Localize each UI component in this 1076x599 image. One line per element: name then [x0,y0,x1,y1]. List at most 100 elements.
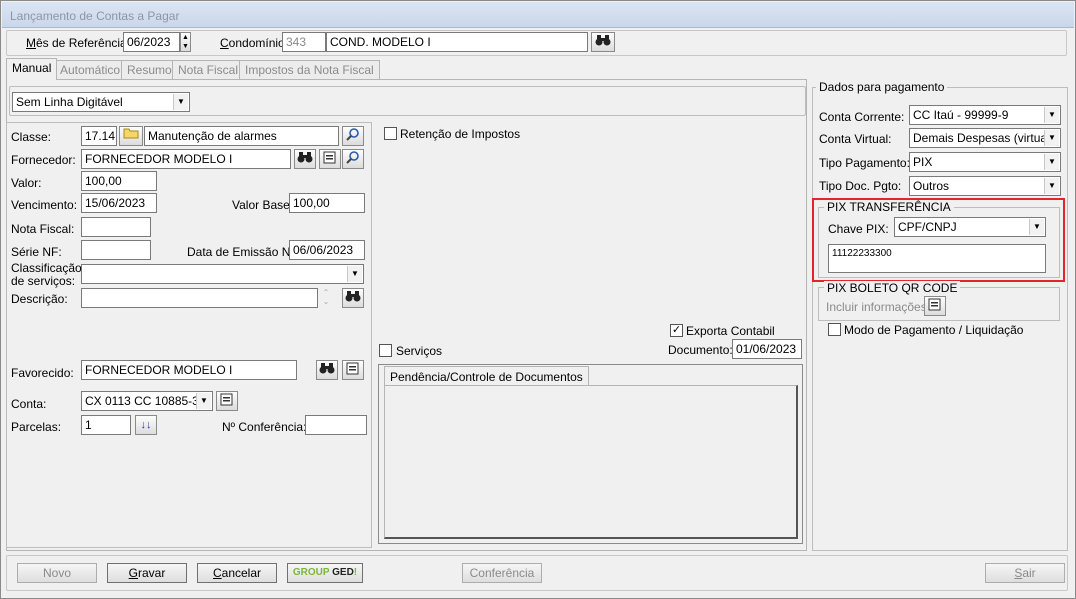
modo-pagamento-checkbox[interactable] [828,323,841,336]
conta-value: CX 0113 CC 10885-3 [85,394,199,408]
conferencia-label: Nº Conferência: [222,420,307,434]
descricao-label: Descrição: [11,292,68,306]
chave-pix-type-select[interactable]: CPF/CNPJ ▼ [894,217,1046,237]
tab-manual[interactable]: Manual [6,58,58,80]
serie-nf-input[interactable] [81,240,151,260]
binoculars-icon[interactable] [316,360,338,380]
form-edit-icon[interactable] [216,391,238,411]
modo-pagamento-label: Modo de Pagamento / Liquidação [844,323,1024,337]
binoculars-icon[interactable] [591,32,615,52]
gravar-button[interactable]: Gravar [107,563,187,583]
conta-corrente-select[interactable]: CC Itaú - 99999-9 ▼ [909,105,1061,125]
pendencia-tab[interactable]: Pendência/Controle de Documentos [384,366,589,386]
magnifier-icon[interactable] [342,149,364,169]
mes-input[interactable]: 06/2023 [123,32,180,52]
conta-corrente-value: CC Itaú - 99999-9 [913,108,1009,122]
tab-nota-fiscal[interactable]: Nota Fiscal [172,60,245,79]
condominio-name-input[interactable]: COND. MODELO I [326,32,588,52]
servicos-checkbox[interactable] [379,344,392,357]
data-emissao-label: Data de Emissão NF: [187,245,302,259]
cancelar-button[interactable]: Cancelar [197,563,277,583]
exporta-checkbox[interactable]: ✓ [670,324,683,337]
tipo-pagamento-select[interactable]: PIX ▼ [909,152,1061,172]
favorecido-input[interactable]: FORNECEDOR MODELO I [81,360,297,380]
chevron-down-icon: ▼ [347,266,362,282]
pix-transferencia-title: PIX TRANSFERÊNCIA [824,200,954,214]
conta-virtual-label: Conta Virtual: [819,132,892,146]
pix-boleto-title: PIX BOLETO QR CODE [824,281,961,295]
mes-spinner[interactable]: ▲ ▼ [180,32,191,52]
conta-virtual-select[interactable]: Demais Despesas (virtual) ▼ [909,128,1061,148]
group-ged-button[interactable]: GROUP GED! [287,563,363,583]
descricao-input[interactable] [81,288,318,308]
descricao-scroll-icon[interactable]: ⌃ ⌄ [321,288,331,308]
valor-label: Valor: [11,176,42,190]
conta-select[interactable]: CX 0113 CC 10885-3 ▼ [81,391,213,411]
binoculars-icon[interactable] [342,288,364,308]
fornecedor-input[interactable]: FORNECEDOR MODELO I [81,149,291,169]
conferencia-input[interactable] [305,415,367,435]
novo-button[interactable]: Novo [17,563,97,583]
form-edit-icon[interactable] [319,149,341,169]
vencimento-input[interactable]: 15/06/2023 [81,193,157,213]
condominio-label: Condomínio: [220,36,289,50]
chevron-down-icon: ▼ [173,94,188,110]
parcelas-label: Parcelas: [11,420,62,434]
conferencia-button[interactable]: Conferência [462,563,542,583]
servicos-label: Serviços [396,344,443,358]
tipo-pagamento-value: PIX [913,155,933,169]
data-emissao-input[interactable]: 06/06/2023 [289,240,365,260]
classe-desc-input[interactable]: Manutenção de alarmes [144,126,339,146]
group-ged-mark: ! [353,567,358,578]
title-bar: Lançamento de Contas a Pagar [2,2,1074,28]
sair-button[interactable]: Sair [985,563,1065,583]
chevron-down-icon: ▼ [1044,154,1059,170]
nota-fiscal-input[interactable] [81,217,151,237]
tab-impostos[interactable]: Impostos da Nota Fiscal [239,60,380,79]
linha-digitavel-select[interactable]: Sem Linha Digitável ▼ [12,92,190,112]
folder-icon[interactable] [119,126,143,146]
form-edit-icon[interactable] [342,360,364,380]
tipo-doc-label: Tipo Doc. Pgto: [819,179,902,193]
favorecido-label: Favorecido: [11,366,74,380]
pagamento-title: Dados para pagamento [816,80,948,94]
linha-digitavel-value: Sem Linha Digitável [16,95,123,109]
documento-label: Documento: [668,343,733,357]
fornecedor-label: Fornecedor: [11,153,76,167]
valor-base-input[interactable]: 100,00 [289,193,365,213]
chave-pix-input[interactable]: 11122233300 [828,244,1046,273]
retencao-label: Retenção de Impostos [400,127,521,141]
double-arrow-down-icon[interactable]: ↓↓ [135,415,157,435]
valor-base-label: Valor Base: [232,198,294,212]
tab-automatico[interactable]: Automático [54,60,127,79]
tipo-doc-select[interactable]: Outros ▼ [909,176,1061,196]
classe-code-input[interactable]: 17.14 [81,126,117,146]
window-title: Lançamento de Contas a Pagar [10,9,180,23]
group-ged-label-1: GROUP [292,567,330,578]
parcelas-input[interactable]: 1 [81,415,131,435]
classificacao-label-1: Classificação [11,261,82,275]
conta-label: Conta: [11,397,47,411]
exporta-label: Exporta Contabil [686,324,775,338]
documento-input[interactable]: 01/06/2023 [732,339,802,359]
form-edit-icon[interactable] [924,296,946,316]
chevron-down-icon: ▼ [196,393,211,409]
retencao-checkbox[interactable] [384,127,397,140]
conta-virtual-value: Demais Despesas (virtual) [913,131,1054,145]
vencimento-label: Vencimento: [11,198,78,212]
binoculars-icon[interactable] [294,149,316,169]
condominio-code-input[interactable]: 343 [282,32,326,52]
classificacao-select[interactable]: ▼ [81,264,364,284]
mes-label: Mês de Referência: [26,36,131,50]
chevron-down-icon: ▼ [1044,107,1059,123]
tab-resumo[interactable]: Resumo [121,60,178,79]
classe-label: Classe: [11,130,52,144]
pendencia-content [384,385,798,539]
group-ged-label-2: GED [332,567,354,578]
valor-input[interactable]: 100,00 [81,171,157,191]
tipo-pagamento-label: Tipo Pagamento: [819,156,910,170]
magnifier-icon[interactable] [342,126,364,146]
tipo-doc-value: Outros [913,179,950,193]
serie-nf-label: Série NF: [11,245,62,259]
chevron-down-icon: ▼ [1044,178,1059,194]
